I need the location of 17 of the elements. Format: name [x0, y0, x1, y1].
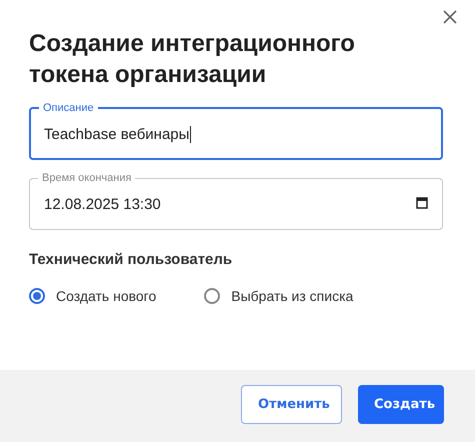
dialog-title: Создание интеграционного токена организации [29, 29, 356, 90]
field-value: Teachbase вебинары [44, 126, 190, 142]
field-label: Время окончания [41, 172, 132, 184]
section-heading: Технический пользователь [29, 251, 234, 268]
radio-label[interactable]: Создать нового [56, 288, 156, 304]
field-label: Описание [42, 102, 95, 114]
input-field[interactable]: Время окончания 12.08.2025 13:30 [29, 172, 443, 230]
field-value: 12.08.2025 13:30 [44, 196, 161, 213]
radio-button[interactable] [29, 288, 45, 304]
text-cursor [190, 126, 192, 142]
create-button[interactable]: Создать [358, 384, 444, 424]
radio-label[interactable]: Выбрать из списка [231, 288, 354, 304]
calendar-icon[interactable] [416, 196, 428, 209]
cancel-button[interactable]: Отменить [241, 384, 342, 424]
close-icon[interactable] [443, 10, 457, 24]
input-field[interactable]: Описание Teachbase вебинары [29, 102, 443, 160]
radio-button[interactable] [204, 288, 220, 304]
